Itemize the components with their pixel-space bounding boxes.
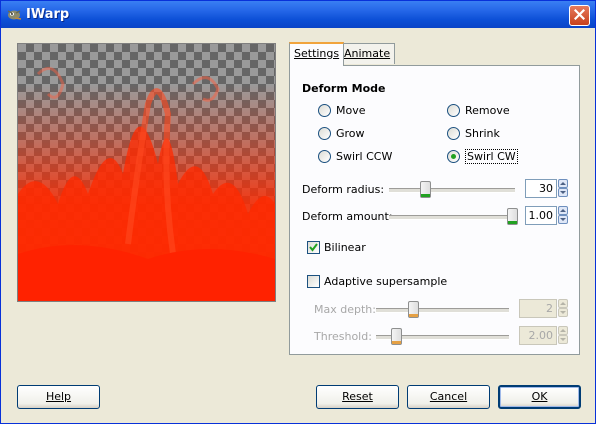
spin-down-icon[interactable] [558, 188, 568, 197]
threshold-input[interactable]: 2.00 [519, 326, 557, 345]
radio-swirl-ccw[interactable] [318, 150, 331, 163]
radio-swirl-ccw-label[interactable]: Swirl CCW [336, 150, 392, 163]
radio-grow[interactable] [318, 127, 331, 140]
dialog-content: Settings Animate Deform Mode Move Remove… [1, 28, 595, 424]
radio-shrink-label[interactable]: Shrink [465, 127, 500, 140]
spin-down-icon[interactable] [558, 215, 568, 224]
spin-up-icon[interactable] [558, 179, 568, 188]
spin-up-icon[interactable] [558, 326, 568, 335]
deform-amount-input[interactable]: 1.00 [525, 206, 557, 225]
radio-grow-label[interactable]: Grow [336, 127, 365, 140]
radio-swirl-cw-label[interactable]: Swirl CW [465, 149, 518, 164]
deform-radius-slider-track[interactable] [389, 188, 515, 193]
adaptive-supersample-checkbox[interactable] [307, 275, 320, 288]
reset-button-label: Reset [342, 390, 373, 403]
threshold-spinner[interactable] [558, 326, 568, 345]
spin-down-icon[interactable] [558, 335, 568, 344]
max-depth-slider-thumb[interactable] [408, 301, 419, 318]
ok-button[interactable]: OK [498, 385, 581, 409]
ok-button-label: OK [531, 390, 548, 403]
close-icon [573, 8, 586, 23]
radio-move-label[interactable]: Move [336, 104, 366, 117]
title-bar[interactable]: IWarp [1, 1, 595, 28]
help-button[interactable]: Help [17, 385, 100, 409]
deform-amount-slider-thumb[interactable] [507, 208, 518, 225]
iwarp-dialog: IWarp Settings Animate Deform Mode Move … [0, 0, 596, 424]
deform-radius-spinner[interactable] [558, 179, 568, 198]
tab-settings-label: Settings [294, 47, 340, 60]
window-title: IWarp [26, 7, 70, 22]
deform-amount-label: Deform amount: [302, 210, 393, 223]
tab-animate[interactable]: Animate [339, 43, 396, 64]
bilinear-checkbox[interactable] [307, 241, 320, 254]
settings-panel: Deform Mode Move Remove Grow Shrink Swir… [289, 65, 580, 355]
spin-down-icon[interactable] [558, 308, 568, 317]
radio-shrink[interactable] [447, 127, 460, 140]
reset-button[interactable]: Reset [316, 385, 399, 409]
deform-radius-slider-thumb[interactable] [420, 181, 431, 198]
deform-mode-heading: Deform Mode [302, 82, 386, 95]
max-depth-label: Max depth: [314, 303, 376, 316]
deform-amount-spinner[interactable] [558, 206, 568, 225]
checkmark-icon [309, 243, 318, 252]
deform-radius-label: Deform radius: [302, 183, 385, 196]
gimp-wilber-icon [6, 7, 22, 21]
bilinear-label[interactable]: Bilinear [324, 241, 366, 254]
radio-move[interactable] [318, 104, 331, 117]
radio-remove[interactable] [447, 104, 460, 117]
preview-image [17, 43, 276, 302]
help-button-label: Help [45, 390, 72, 403]
spin-up-icon[interactable] [558, 206, 568, 215]
close-button[interactable] [569, 5, 590, 26]
threshold-slider-thumb[interactable] [391, 328, 402, 345]
max-depth-slider-track[interactable] [376, 308, 509, 313]
adaptive-supersample-label[interactable]: Adaptive supersample [324, 275, 447, 288]
radio-remove-label[interactable]: Remove [465, 104, 510, 117]
cancel-button[interactable]: Cancel [407, 385, 490, 409]
threshold-label: Threshold: [314, 330, 372, 343]
tab-animate-label: Animate [344, 47, 391, 60]
deform-radius-input[interactable]: 30 [525, 179, 557, 198]
max-depth-input[interactable]: 2 [519, 299, 557, 318]
cancel-button-label: Cancel [429, 390, 468, 403]
radio-swirl-cw[interactable] [447, 150, 460, 163]
max-depth-spinner[interactable] [558, 299, 568, 318]
tab-settings[interactable]: Settings [289, 42, 345, 66]
deform-amount-slider-track[interactable] [389, 215, 515, 220]
spin-up-icon[interactable] [558, 299, 568, 308]
